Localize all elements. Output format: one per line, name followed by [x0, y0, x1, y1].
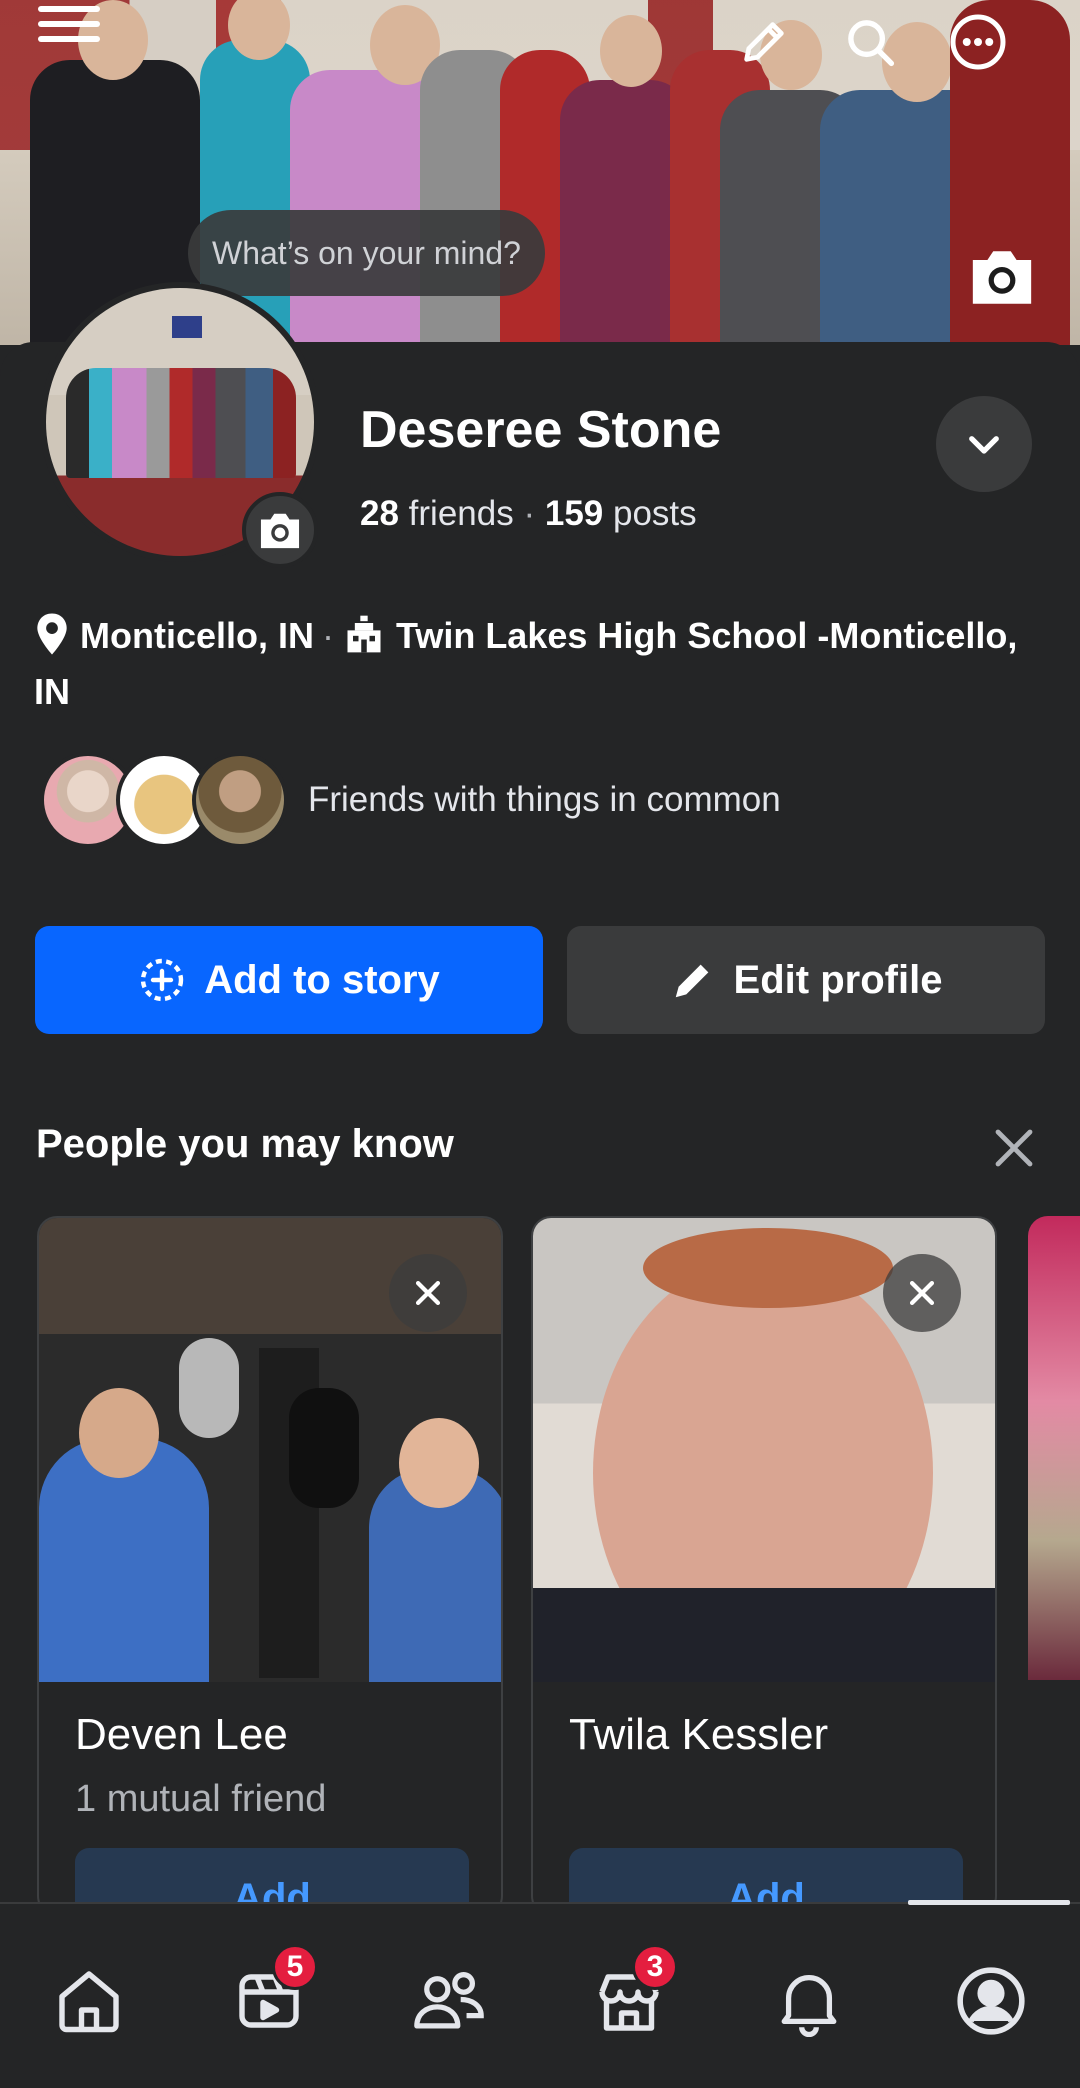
school-icon [342, 612, 386, 668]
profile-name: Deseree Stone [360, 401, 722, 459]
pymk-card-peek[interactable] [1028, 1216, 1080, 1680]
marketplace-badge: 3 [632, 1944, 678, 1990]
avatar-camera-icon[interactable] [242, 492, 318, 568]
profile-icon[interactable] [946, 1956, 1036, 2046]
pymk-card[interactable]: Deven Lee 1 mutual friend Add [37, 1216, 503, 1916]
edit-profile-button[interactable]: Edit profile [567, 926, 1045, 1034]
profile-details: Monticello, IN · Twin Lakes High School -… [34, 612, 1044, 716]
add-to-story-button[interactable]: Add to story [35, 926, 543, 1034]
search-icon[interactable] [840, 12, 900, 72]
add-story-icon [138, 956, 186, 1004]
pymk-title: People you may know [36, 1122, 454, 1166]
home-icon[interactable] [44, 1956, 134, 2046]
pymk-name[interactable]: Deven Lee [75, 1710, 288, 1760]
friends-icon[interactable] [404, 1956, 494, 2046]
video-icon[interactable]: 5 [224, 1944, 318, 2046]
pymk-card[interactable]: Twila Kessler Add [531, 1216, 997, 1916]
bell-icon[interactable] [764, 1956, 854, 2046]
camera-icon[interactable] [966, 240, 1038, 312]
location-pin-icon [34, 612, 70, 668]
friend-avatar [192, 752, 288, 848]
close-icon[interactable] [883, 1254, 961, 1332]
close-icon[interactable] [986, 1120, 1042, 1176]
top-bar [0, 0, 1080, 90]
pymk-mutual: 1 mutual friend [75, 1778, 327, 1820]
pencil-icon[interactable] [734, 12, 794, 72]
video-badge: 5 [272, 1944, 318, 1990]
edit-profile-label: Edit profile [733, 957, 943, 1002]
pencil-icon [670, 957, 716, 1003]
more-icon[interactable] [948, 12, 1008, 72]
bottom-nav: 5 3 [0, 1900, 1080, 2088]
friends-label: friends [408, 494, 514, 533]
marketplace-icon[interactable]: 3 [584, 1944, 678, 2046]
posts-label: posts [613, 494, 697, 533]
close-icon[interactable] [389, 1254, 467, 1332]
active-tab-indicator [908, 1900, 1070, 1905]
mutual-friends-row[interactable]: Friends with things in common [40, 750, 781, 850]
mutual-friends-text: Friends with things in common [308, 780, 781, 819]
location-text: Monticello, IN [80, 615, 314, 656]
menu-icon[interactable] [38, 6, 100, 46]
pymk-name[interactable]: Twila Kessler [569, 1710, 828, 1760]
whats-on-your-mind-input[interactable]: What’s on your mind? [188, 210, 545, 296]
chevron-down-icon[interactable] [936, 396, 1032, 492]
profile-stats[interactable]: 28 friends · 159 posts [360, 494, 697, 534]
posts-count: 159 [544, 494, 604, 533]
friends-count: 28 [360, 494, 399, 533]
add-to-story-label: Add to story [204, 957, 440, 1002]
